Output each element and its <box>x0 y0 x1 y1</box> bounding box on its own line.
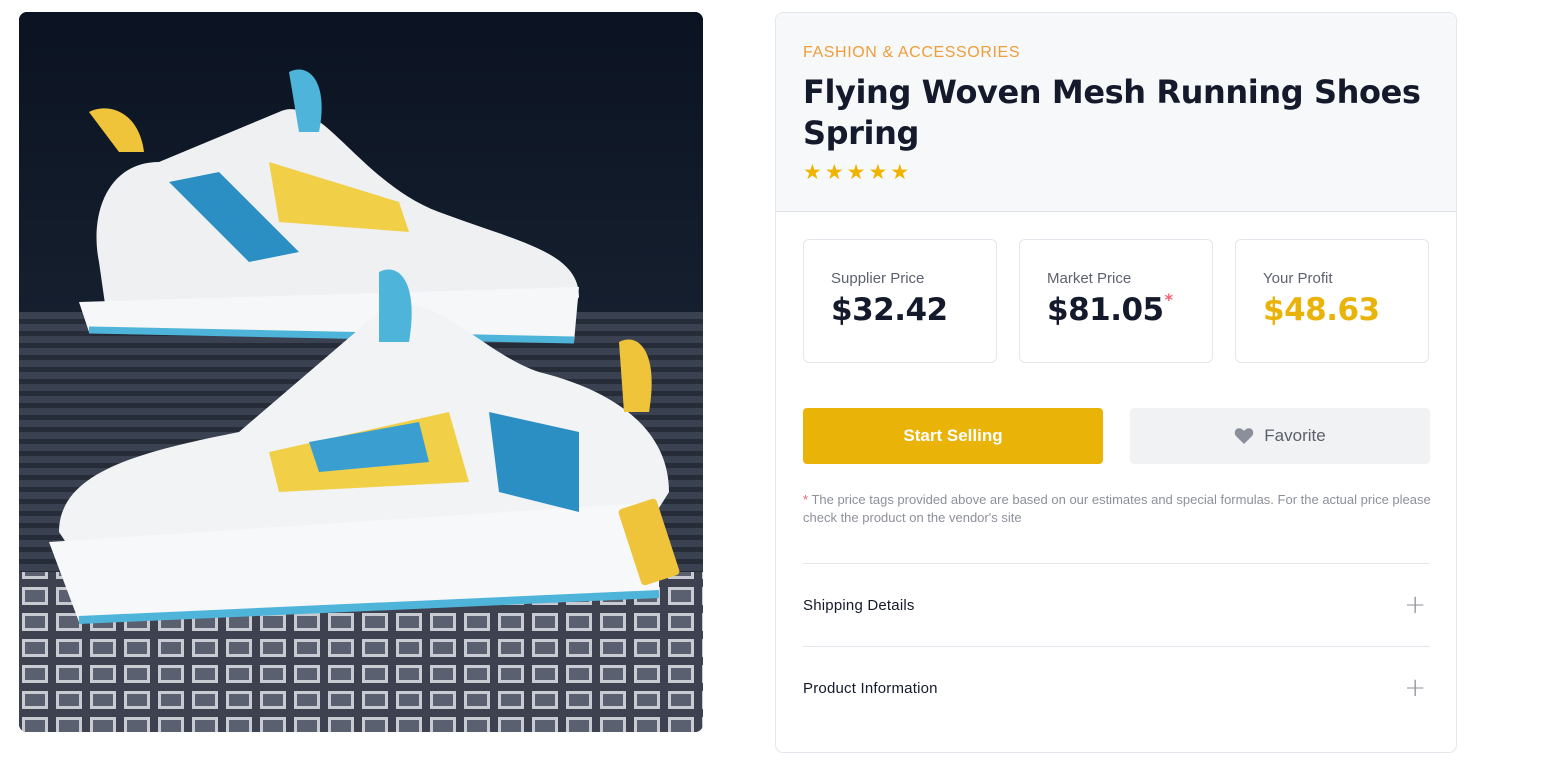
profit-value: $48.63 <box>1263 292 1380 328</box>
accordion-product-information[interactable]: Product Information + <box>803 646 1430 729</box>
star-icon: ★ <box>868 160 888 184</box>
star-icon: ★ <box>890 160 910 184</box>
profit-box: Your Profit $48.63 <box>1235 239 1429 363</box>
profit-label: Your Profit <box>1263 270 1333 287</box>
market-price-value: $81.05* <box>1047 290 1173 328</box>
supplier-price-value: $32.42 <box>831 292 948 328</box>
market-price-box: Market Price $81.05* <box>1019 239 1213 363</box>
product-category[interactable]: FASHION & ACCESSORIES <box>803 44 1429 62</box>
market-price-label: Market Price <box>1047 270 1132 287</box>
plus-icon[interactable]: + <box>1404 673 1426 703</box>
price-summary: Supplier Price $32.42 Market Price $81.0… <box>803 239 1429 363</box>
action-buttons: Start Selling Favorite <box>803 408 1430 464</box>
product-information-label: Product Information <box>803 679 938 697</box>
start-selling-button[interactable]: Start Selling <box>803 408 1103 464</box>
disclaimer-text: The price tags provided above are based … <box>803 492 1431 525</box>
plus-icon[interactable]: + <box>1404 590 1426 620</box>
rating-stars: ★ ★ ★ ★ ★ <box>803 162 1429 183</box>
star-icon: ★ <box>824 160 844 184</box>
product-header: FASHION & ACCESSORIES Flying Woven Mesh … <box>776 13 1456 212</box>
market-price-asterisk: * <box>1164 290 1173 309</box>
favorite-button[interactable]: Favorite <box>1130 408 1430 464</box>
accordion-shipping-details[interactable]: Shipping Details + <box>803 563 1430 646</box>
price-disclaimer: * The price tags provided above are base… <box>803 491 1433 527</box>
star-icon: ★ <box>846 160 866 184</box>
supplier-price-label: Supplier Price <box>831 270 925 287</box>
star-icon: ★ <box>803 160 822 184</box>
product-photo-graphic <box>19 12 703 732</box>
product-image[interactable] <box>19 12 703 732</box>
favorite-label: Favorite <box>1264 426 1326 445</box>
details-accordion: Shipping Details + Product Information + <box>803 563 1430 729</box>
heart-icon <box>1235 428 1254 444</box>
product-detail-card: FASHION & ACCESSORIES Flying Woven Mesh … <box>775 12 1457 753</box>
product-title: Flying Woven Mesh Running Shoes Spring <box>803 73 1421 152</box>
shipping-details-label: Shipping Details <box>803 596 915 614</box>
supplier-price-box: Supplier Price $32.42 <box>803 239 997 363</box>
